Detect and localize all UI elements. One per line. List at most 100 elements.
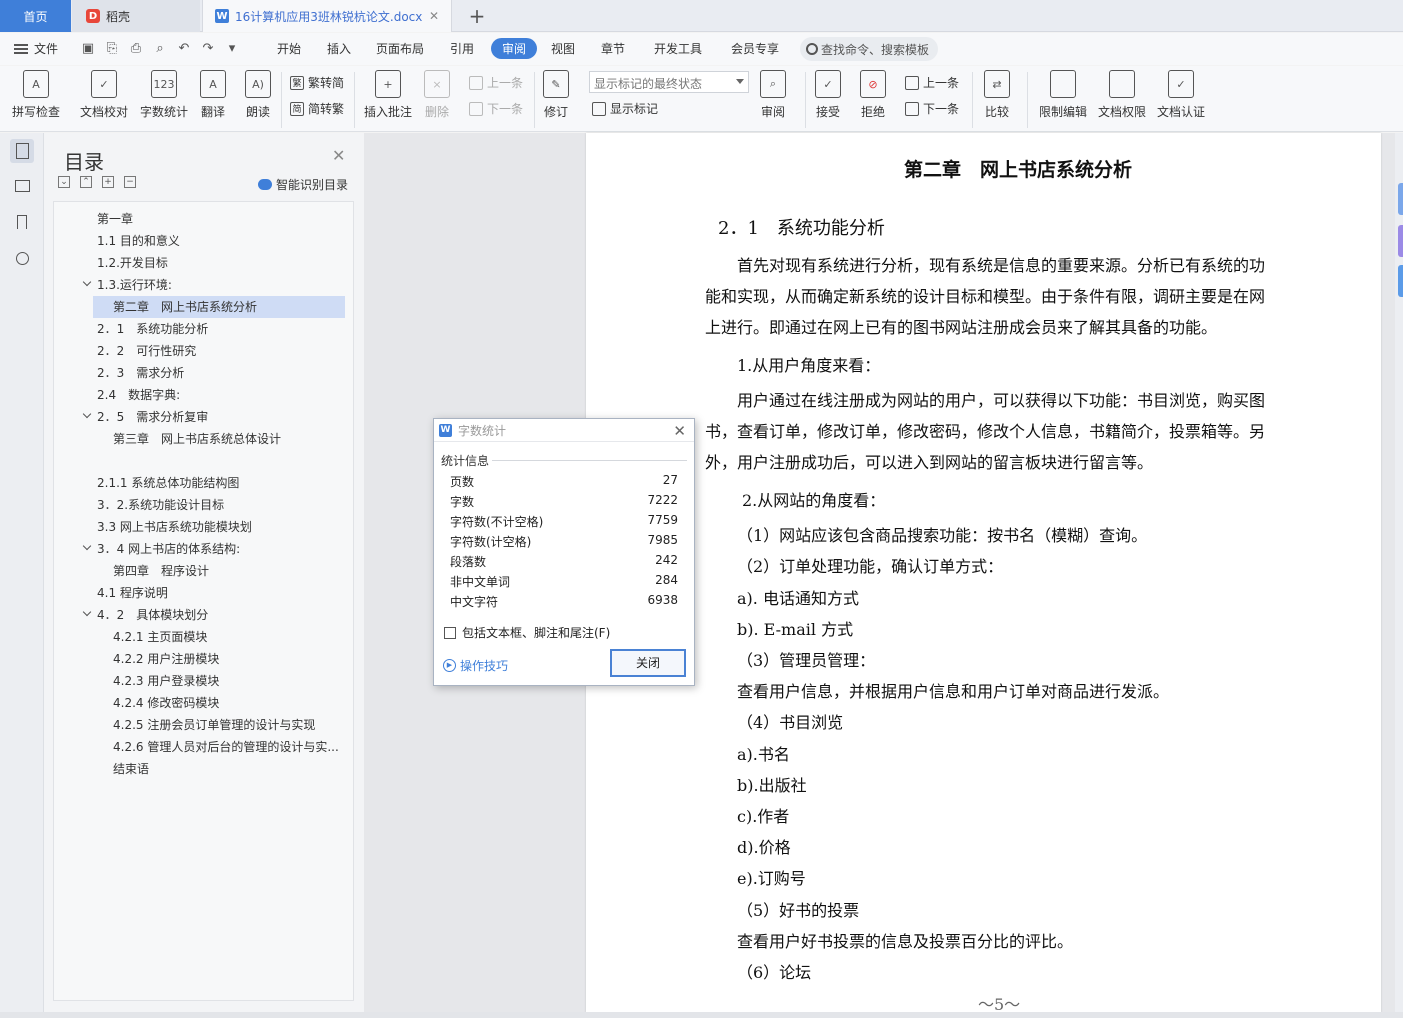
proofread-button[interactable]: ✓ 文档校对 — [80, 70, 128, 120]
prev-comment-button[interactable]: 上一条 — [469, 74, 523, 91]
menu-insert[interactable]: 插入 — [327, 40, 351, 57]
toc-panel-button[interactable] — [10, 139, 34, 163]
toc-item[interactable]: 4.2.2 用户注册模块 — [113, 648, 219, 670]
toc-item[interactable]: 4.2.5 注册会员订单管理的设计与实现 — [113, 714, 315, 736]
paragraph-line: b). E-mail 方式 — [737, 620, 854, 639]
command-search[interactable]: 查找命令、搜索模板 — [800, 37, 938, 61]
collapse-icon[interactable]: ⌃ — [80, 176, 92, 188]
insert-comment-button[interactable]: + 插入批注 — [364, 70, 412, 120]
toc-item[interactable]: 2．5 需求分析复审 — [97, 406, 208, 428]
word-count-button[interactable]: 123 字数统计 — [140, 70, 188, 120]
doc-cert-button[interactable]: ✓ 文档认证 — [1157, 70, 1205, 120]
toc-item[interactable]: 第三章 网上书店系统总体设计 — [113, 428, 281, 450]
toc-item[interactable]: 结束语 — [113, 758, 149, 780]
export-icon[interactable]: ⎘ — [104, 40, 120, 56]
doc-permission-button[interactable]: 文档权限 — [1098, 70, 1146, 120]
toc-item[interactable]: 3．2.系统功能设计目标 — [97, 494, 224, 516]
menu-reference[interactable]: 引用 — [450, 40, 474, 57]
tips-link[interactable]: ▶ 操作技巧 — [443, 657, 508, 674]
tab-document-label: 16计算机应用3班林锐杭论文.docx — [235, 9, 423, 24]
toc-item-selected[interactable]: 第二章 网上书店系统分析 — [93, 296, 345, 318]
include-textbox-checkbox[interactable]: 包括文本框、脚注和尾注(F) — [444, 624, 610, 641]
to-traditional-button[interactable]: 繁繁转简 — [290, 74, 344, 91]
toc-item[interactable]: 2．1 系统功能分析 — [97, 318, 208, 340]
compare-button[interactable]: ⇄ 比较 — [984, 70, 1010, 120]
toc-item[interactable]: 4.2.4 修改密码模块 — [113, 692, 219, 714]
next-change-button[interactable]: 下一条 — [905, 100, 959, 117]
close-icon[interactable]: ✕ — [332, 146, 345, 165]
spell-check-button[interactable]: A 拼写检查 — [12, 70, 60, 120]
toc-item[interactable]: 2．2 可行性研究 — [97, 340, 196, 362]
toc-item[interactable]: 1.2.开发目标 — [97, 252, 168, 274]
bookmark-panel-button[interactable] — [10, 210, 34, 234]
chevron-down-icon[interactable] — [82, 607, 92, 617]
chapter-panel-button[interactable] — [10, 174, 34, 198]
remove-level-icon[interactable]: − — [124, 176, 136, 188]
side-tab[interactable] — [1398, 225, 1403, 257]
side-tab[interactable] — [1398, 265, 1403, 297]
menu-chapter[interactable]: 章节 — [601, 40, 625, 57]
show-markup-button[interactable]: 显示标记 — [592, 100, 658, 117]
track-changes-button[interactable]: ✎ 修订 — [543, 70, 569, 120]
dialog-titlebar[interactable]: W 字数统计 ✕ — [434, 419, 694, 442]
print-preview-icon[interactable]: ⌕ — [152, 40, 168, 56]
toc-item[interactable]: 4.2.6 管理人员对后台的管理的设计与实... — [113, 736, 339, 758]
delete-comment-label: 删除 — [424, 105, 449, 119]
find-panel-button[interactable] — [10, 246, 34, 270]
reject-button[interactable]: ⊘ 拒绝 — [860, 70, 886, 120]
new-tab-button[interactable]: + — [462, 0, 492, 32]
print-icon[interactable]: ⎙ — [128, 40, 144, 56]
tab-close-icon[interactable]: ✕ — [429, 9, 439, 23]
tab-daoke[interactable]: D 稻壳 — [72, 0, 200, 32]
toc-item[interactable]: 2．3 需求分析 — [97, 362, 184, 384]
close-button[interactable]: 关闭 — [610, 649, 686, 677]
chevron-down-icon[interactable] — [82, 541, 92, 551]
file-menu-button[interactable]: 文件 — [14, 40, 58, 57]
to-simplified-button[interactable]: 简简转繁 — [290, 100, 344, 117]
add-level-icon[interactable]: + — [102, 176, 114, 188]
save-icon[interactable]: ▣ — [80, 40, 96, 56]
toc-item[interactable]: 1.3.运行环境: — [97, 274, 172, 296]
tab-home[interactable]: 首页 — [0, 0, 71, 32]
menu-view[interactable]: 视图 — [551, 40, 575, 57]
writer-logo-icon: W — [439, 423, 452, 437]
document-page[interactable]: 第二章 网上书店系统分析 2．1 系统功能分析 首先对现有系统进行分析，现有系统… — [586, 133, 1381, 1014]
restrict-edit-button[interactable]: 限制编辑 — [1039, 70, 1087, 120]
toc-item[interactable]: 4.2.3 用户登录模块 — [113, 670, 219, 692]
next-comment-button[interactable]: 下一条 — [469, 100, 523, 117]
toc-item[interactable]: 2.4 数据字典: — [97, 384, 180, 406]
delete-comment-button[interactable]: × 删除 — [424, 70, 450, 120]
checkbox-box[interactable] — [444, 626, 456, 639]
side-tab[interactable] — [1398, 183, 1403, 215]
accept-button[interactable]: ✓ 接受 — [815, 70, 841, 120]
toc-item[interactable]: 2.1.1 系统总体功能结构图 — [97, 472, 239, 494]
toc-item[interactable]: 第一章 — [97, 208, 133, 230]
toc-item[interactable]: 4.2.1 主页面模块 — [113, 626, 207, 648]
redo-icon[interactable]: ↷ — [200, 40, 216, 56]
smart-toc-button[interactable]: 智能识别目录 — [258, 176, 348, 193]
menu-page-layout[interactable]: 页面布局 — [376, 40, 424, 57]
undo-icon[interactable]: ↶ — [176, 40, 192, 56]
toc-item[interactable]: 3．4 网上书店的体系结构: — [97, 538, 240, 560]
chevron-down-icon[interactable] — [82, 409, 92, 419]
toc-item[interactable]: 1.1 目的和意义 — [97, 230, 180, 252]
review-pane-button[interactable]: ⌕ 审阅 — [760, 70, 786, 120]
read-aloud-button[interactable]: A) 朗读 — [245, 70, 271, 120]
review-pane-icon: ⌕ — [760, 70, 786, 98]
toc-item[interactable]: 3.3 网上书店系统功能模块划 — [97, 516, 252, 538]
translate-button[interactable]: A 翻译 — [200, 70, 226, 120]
customize-icon[interactable]: ▾ — [224, 40, 240, 56]
markup-state-select[interactable]: 显示标记的最终状态 — [589, 71, 749, 93]
toc-item[interactable]: 第四章 程序设计 — [113, 560, 209, 582]
toc-item[interactable]: 4.1 程序说明 — [97, 582, 168, 604]
prev-change-button[interactable]: 上一条 — [905, 74, 959, 91]
expand-icon[interactable]: ⌄ — [58, 176, 70, 188]
menu-review[interactable]: 审阅 — [491, 38, 538, 59]
close-icon[interactable]: ✕ — [673, 422, 686, 440]
menu-developer[interactable]: 开发工具 — [654, 40, 702, 57]
toc-item[interactable]: 4．2 具体模块划分 — [97, 604, 208, 626]
menu-member[interactable]: 会员专享 — [731, 40, 779, 57]
chevron-down-icon[interactable] — [82, 277, 92, 287]
tab-document[interactable]: W 16计算机应用3班林锐杭论文.docx ✕ — [202, 0, 452, 32]
menu-start[interactable]: 开始 — [277, 40, 301, 57]
